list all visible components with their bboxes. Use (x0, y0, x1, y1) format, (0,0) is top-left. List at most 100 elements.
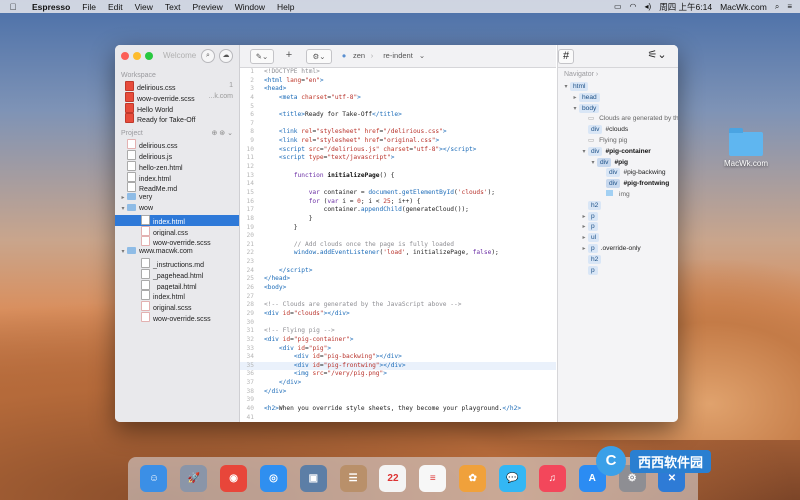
code-line[interactable]: 8 <link rel="stylesheet" href="/deliriou… (240, 128, 556, 137)
navigator-node[interactable]: img (558, 189, 678, 201)
close-button[interactable] (121, 52, 129, 60)
pen-tool-icon[interactable]: ✎⌄ (250, 49, 274, 64)
menu-edit[interactable]: Edit (102, 2, 129, 12)
photos-icon[interactable]: ✿ (459, 465, 487, 492)
safari-icon[interactable]: ◎ (259, 465, 287, 492)
disclosure-triangle-icon[interactable]: ▾ (562, 82, 570, 93)
apple-icon[interactable]:  (0, 2, 26, 12)
project-item[interactable]: wow-override.scss (115, 311, 239, 323)
code-line[interactable]: 16 for (var i = 0; i < 25; i++) { (240, 198, 556, 207)
code-line[interactable]: 7 (240, 120, 556, 129)
disclosure-triangle-icon[interactable]: ▾ (589, 158, 597, 169)
notes-icon[interactable]: ≡ (419, 465, 447, 492)
disclosure-triangle-icon[interactable]: ▾ (580, 147, 588, 158)
wifi-icon[interactable]: ◠ (630, 2, 637, 11)
code-line[interactable]: 20 (240, 232, 556, 241)
disclosure-triangle-icon[interactable]: ▸ (119, 193, 127, 204)
code-line[interactable]: 27 (240, 293, 556, 302)
workspace-item[interactable]: Ready for Take-Off (115, 113, 239, 124)
code-line[interactable]: 11 <script type="text/javascript"> (240, 154, 556, 163)
menu-app-name[interactable]: Espresso (26, 2, 76, 12)
code-line[interactable]: 15 var container = document.getElementBy… (240, 189, 556, 198)
hash-button[interactable]: # (558, 49, 574, 64)
disclosure-triangle-icon[interactable]: ▸ (580, 233, 588, 244)
code-line[interactable]: 17 container.appendChild(generateCloud()… (240, 206, 556, 215)
code-line[interactable]: 5 (240, 103, 556, 112)
menu-view[interactable]: View (129, 2, 159, 12)
calendar-icon[interactable]: 22 (379, 465, 407, 492)
code-line[interactable]: 6 <title>Ready for Take-Off</title> (240, 111, 556, 120)
project-item[interactable]: ReadMe.md (115, 182, 239, 193)
code-line[interactable]: 4 <meta charset="utf-8"> (240, 94, 556, 103)
project-tools-icon[interactable]: ⊕ ⊛ ⌄ (212, 128, 234, 139)
zoom-button[interactable] (145, 52, 153, 60)
add-button[interactable]: + (282, 49, 296, 62)
project-item[interactable]: hello-zen.html (115, 160, 239, 172)
minimize-button[interactable] (133, 52, 141, 60)
volume-icon[interactable]: ◂) (645, 2, 652, 11)
disclosure-triangle-icon[interactable]: ▸ (580, 212, 588, 223)
code-line[interactable]: 14 (240, 180, 556, 189)
project-item[interactable]: _instructions.md (115, 257, 239, 269)
project-item[interactable]: ▾ wow (115, 203, 239, 215)
code-line[interactable]: 22 window.addEventListener('load', initi… (240, 249, 556, 258)
menu-help[interactable]: Help (271, 2, 300, 12)
navigator-node[interactable]: div #pig-frontwing (558, 179, 678, 190)
project-item[interactable]: original.scss (115, 301, 239, 312)
navigator-node[interactable]: h2 (558, 200, 678, 212)
breadcrumb-zen[interactable]: zen (350, 49, 368, 62)
code-line[interactable]: 21 // Add clouds once the page is fully … (240, 241, 556, 250)
code-editor[interactable]: 1 <!DOCTYPE html> 2 <html lang="en"> 3 <head>… (240, 68, 556, 422)
navigator-node[interactable]: ▸ p (558, 222, 678, 233)
code-line[interactable]: 25 </head> (240, 275, 556, 284)
code-line[interactable]: 38 </div> (240, 388, 556, 397)
navigator-node[interactable]: ▾ div #pig (558, 157, 678, 169)
disclosure-triangle-icon[interactable]: ▸ (580, 222, 588, 233)
code-line[interactable]: 9 <link rel="stylesheet" href="original.… (240, 137, 556, 146)
cast-icon[interactable]: ▭ (614, 2, 622, 11)
disclosure-triangle-icon[interactable]: ▾ (119, 204, 127, 215)
navigator-node[interactable]: ▸ ul (558, 233, 678, 244)
project-item[interactable]: index.html (115, 214, 239, 226)
code-line[interactable]: 26 <body> (240, 284, 556, 293)
code-line[interactable]: 30 (240, 319, 556, 328)
music-icon[interactable]: ♫ (538, 465, 566, 492)
contacts-icon[interactable]: ☰ (339, 465, 367, 492)
navigator-node[interactable]: ▾ html (558, 82, 678, 93)
project-item[interactable]: delirious.css (115, 139, 239, 150)
project-item[interactable]: index.html (115, 290, 239, 301)
navigator-node[interactable]: ▾ body (558, 103, 678, 115)
code-line[interactable]: 31 <!-- Flying pig --> (240, 327, 556, 336)
code-line[interactable]: 33 <div id="pig"> (240, 345, 556, 354)
code-line[interactable]: 32 <div id="pig-container"> (240, 336, 556, 345)
code-line[interactable]: 18 } (240, 215, 556, 224)
preview-icon[interactable]: ▣ (299, 465, 327, 492)
search-icon[interactable]: ⌕ (201, 49, 215, 63)
code-line[interactable]: 24 </script> (240, 267, 556, 276)
menu-text[interactable]: Text (159, 2, 187, 12)
menubar-site[interactable]: MacWk.com (720, 2, 767, 12)
code-line[interactable]: 37 </div> (240, 379, 556, 388)
disclosure-triangle-icon[interactable]: ▸ (580, 244, 588, 255)
workspace-item[interactable]: Hello World (115, 102, 239, 113)
code-line[interactable]: 2 <html lang="en"> (240, 77, 556, 86)
project-item[interactable]: _pagetail.html (115, 279, 239, 290)
menu-window[interactable]: Window (229, 2, 271, 12)
code-line[interactable]: 41 (240, 414, 556, 422)
settings-sliders-icon[interactable]: ⚟⌄ (646, 49, 668, 62)
project-item[interactable]: delirious.js (115, 149, 239, 161)
desktop-folder[interactable]: MacWk.com (724, 128, 768, 168)
navigator-node[interactable]: ▸ p .override-only (558, 243, 678, 255)
project-item[interactable]: _pagehead.html (115, 268, 239, 280)
gear-icon[interactable]: ⚙⌄ (306, 49, 332, 64)
code-line[interactable]: 29 <div id="clouds"></div> (240, 310, 556, 319)
chevron-down-icon[interactable]: ⌄ (418, 49, 426, 62)
search-icon[interactable]: ⌕ (775, 2, 779, 12)
navigator-node[interactable]: ▭ Flying pig (558, 136, 678, 147)
code-line[interactable]: 23 (240, 258, 556, 267)
navigator-node[interactable]: h2 (558, 254, 678, 266)
navigator-node[interactable]: ▸ head (558, 92, 678, 104)
code-line[interactable]: 3 <head> (240, 85, 556, 94)
navigator-node[interactable]: p (558, 265, 678, 277)
code-line[interactable]: 1 <!DOCTYPE html> (240, 68, 556, 77)
